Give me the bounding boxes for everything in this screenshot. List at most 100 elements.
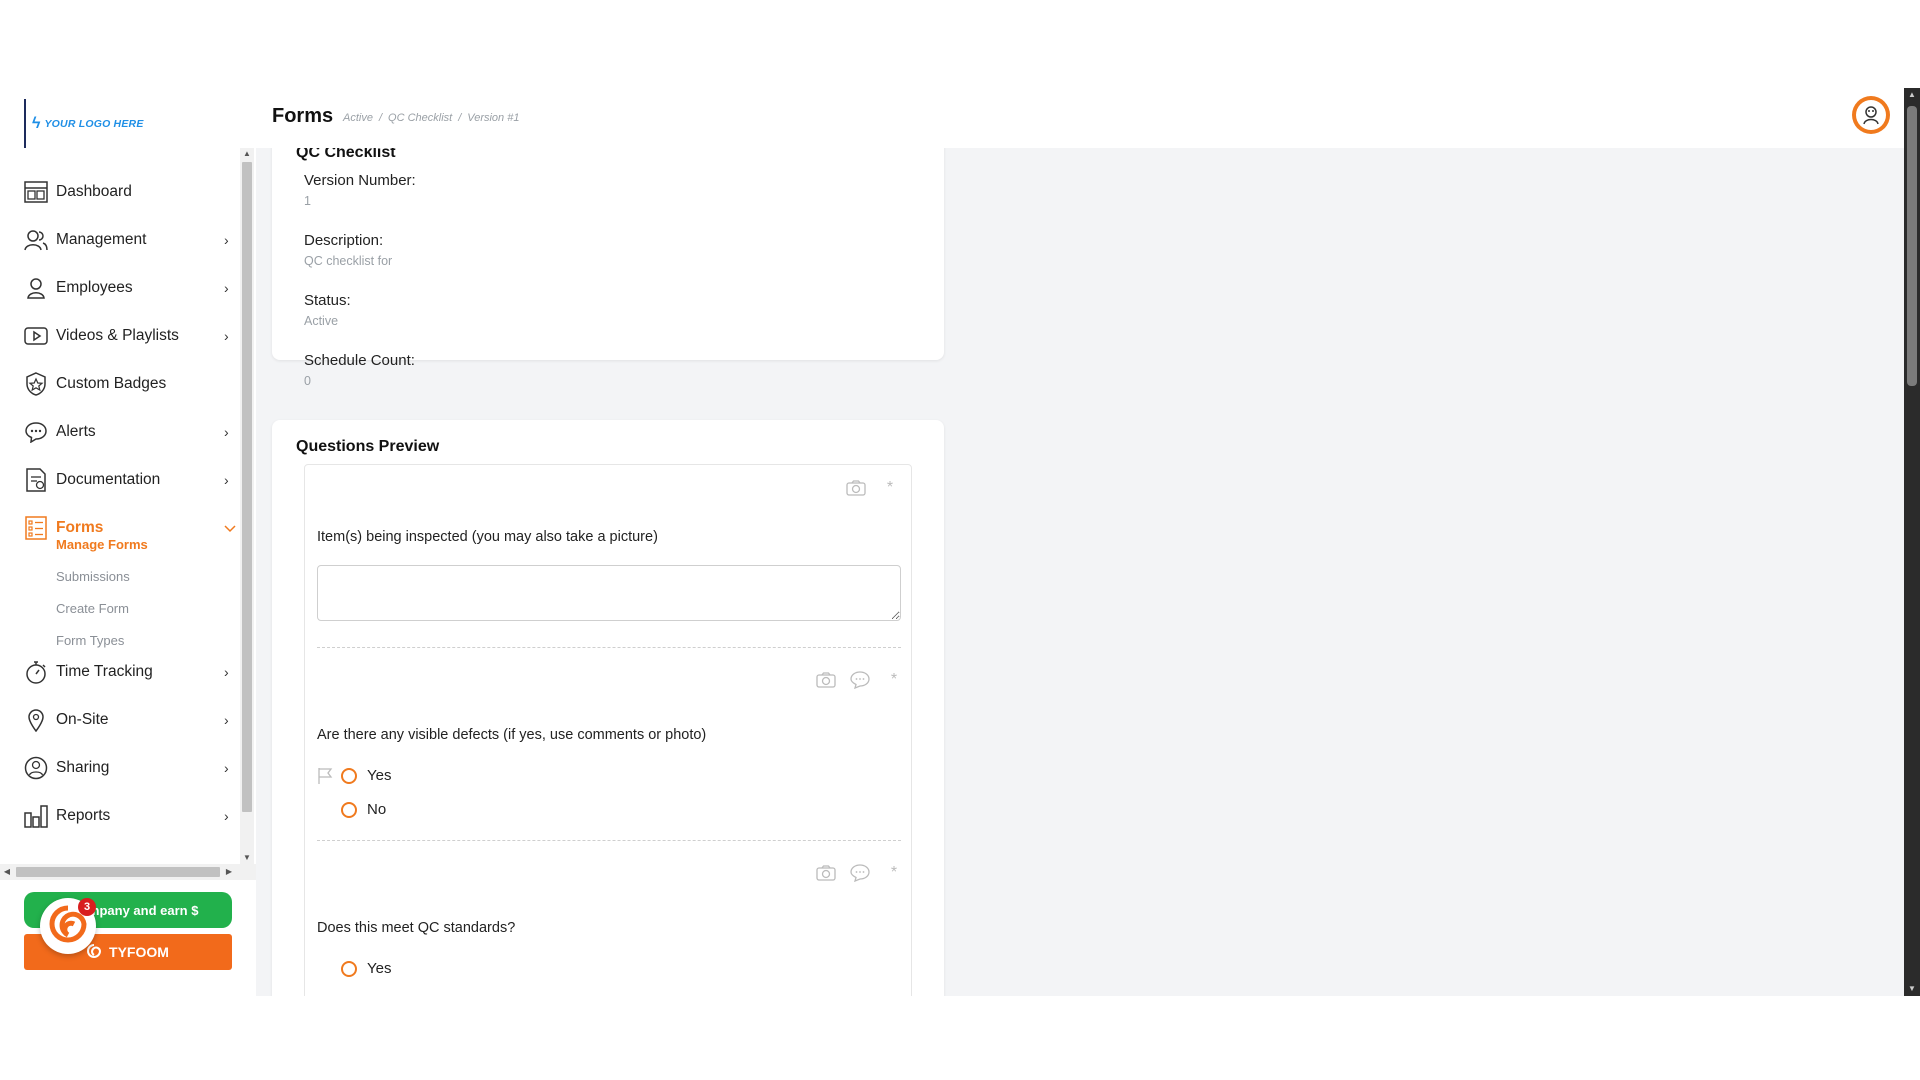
sidebar-item-management[interactable]: Management › xyxy=(0,220,240,260)
sidebar-item-label: Employees xyxy=(56,279,133,296)
sidebar-item-time-tracking[interactable]: Time Tracking › xyxy=(0,652,240,692)
flag-icon[interactable] xyxy=(317,767,333,785)
main-content: QC Checklist Version Number: 1 Descripti… xyxy=(256,148,1904,996)
documentation-icon xyxy=(23,467,49,493)
chevron-down-icon xyxy=(224,520,236,536)
breadcrumb-separator: / xyxy=(378,112,383,124)
question-tools: * xyxy=(815,669,905,691)
sidebar-item-label: Videos & Playlists xyxy=(56,327,179,344)
sidebar-subitem-manage-forms[interactable]: Manage Forms xyxy=(56,537,148,552)
tyfoom-swirl-icon xyxy=(87,943,102,961)
scroll-down-arrow-icon[interactable]: ▼ xyxy=(1904,982,1920,996)
comment-icon[interactable] xyxy=(849,862,871,884)
chevron-right-icon: › xyxy=(224,280,229,296)
dashboard-icon xyxy=(23,179,49,205)
breadcrumb-form[interactable]: QC Checklist xyxy=(388,112,452,124)
radio-option-no[interactable]: No xyxy=(341,801,386,818)
question-text: Does this meet QC standards? xyxy=(317,920,516,936)
sidebar: Dashboard Management › Employees › Video… xyxy=(0,148,256,996)
breadcrumb-status[interactable]: Active xyxy=(343,112,373,124)
question-tools: * xyxy=(845,477,901,499)
video-icon xyxy=(23,323,49,349)
chevron-right-icon: › xyxy=(224,808,229,824)
sidebar-item-label: Custom Badges xyxy=(56,375,167,392)
radio-button[interactable] xyxy=(341,960,357,977)
sidebar-item-label: Documentation xyxy=(56,471,161,488)
camera-icon[interactable] xyxy=(845,477,867,499)
stopwatch-icon xyxy=(23,659,49,685)
radio-label: No xyxy=(367,801,387,818)
scrollbar-thumb[interactable] xyxy=(1907,106,1917,386)
radio-option-yes[interactable]: Yes xyxy=(341,960,391,977)
status-value: Active xyxy=(304,314,339,328)
sidebar-item-label: Forms xyxy=(56,519,104,536)
sidebar-item-alerts[interactable]: Alerts › xyxy=(0,412,240,452)
scrollbar-thumb[interactable] xyxy=(16,867,220,877)
chevron-right-icon: › xyxy=(224,424,229,440)
sidebar-item-employees[interactable]: Employees › xyxy=(0,268,240,308)
management-icon xyxy=(23,227,49,253)
questions-preview-title: Questions Preview xyxy=(296,438,440,455)
radio-label: Yes xyxy=(367,767,392,784)
sidebar-horizontal-scrollbar[interactable]: ◀ ▶ xyxy=(0,864,256,880)
chevron-right-icon: › xyxy=(224,712,229,728)
notification-badge: 3 xyxy=(78,898,96,916)
scroll-up-arrow-icon[interactable]: ▲ xyxy=(1904,88,1920,102)
sharing-icon xyxy=(23,755,49,781)
sidebar-vertical-scrollbar[interactable]: ▲ ▼ xyxy=(240,148,254,864)
radio-option-yes[interactable]: Yes xyxy=(341,767,391,784)
description-label: Description: xyxy=(304,232,384,249)
sidebar-item-documentation[interactable]: Documentation › xyxy=(0,460,240,500)
sidebar-subitem-submissions[interactable]: Submissions xyxy=(56,569,130,584)
sidebar-item-reports[interactable]: Reports › xyxy=(0,796,240,836)
company-logo[interactable]: ϟ YOUR LOGO HERE xyxy=(24,99,144,149)
breadcrumb-separator: / xyxy=(458,112,462,124)
logo-text: YOUR LOGO HERE xyxy=(44,118,144,130)
chevron-right-icon: › xyxy=(224,664,229,680)
scroll-left-arrow-icon[interactable]: ◀ xyxy=(0,864,14,880)
sidebar-item-dashboard[interactable]: Dashboard xyxy=(0,172,240,212)
chevron-right-icon: › xyxy=(224,232,229,248)
schedule-count-label: Schedule Count: xyxy=(304,352,415,369)
description-value: QC checklist for xyxy=(304,254,393,268)
scroll-down-arrow-icon[interactable]: ▼ xyxy=(240,852,254,864)
questions-preview-card: Questions Preview * Item(s) being inspec… xyxy=(272,420,944,996)
forms-icon xyxy=(23,515,49,541)
camera-icon[interactable] xyxy=(815,862,837,884)
sidebar-item-sharing[interactable]: Sharing › xyxy=(0,748,240,788)
scrollbar-thumb[interactable] xyxy=(242,162,252,812)
answer-textarea[interactable] xyxy=(317,565,901,621)
sidebar-item-label: Reports xyxy=(56,807,111,824)
scroll-right-arrow-icon[interactable]: ▶ xyxy=(222,864,236,880)
sidebar-subitem-form-types[interactable]: Form Types xyxy=(56,633,124,648)
sidebar-item-on-site[interactable]: On-Site › xyxy=(0,700,240,740)
sidebar-item-label: On-Site xyxy=(56,711,109,728)
sidebar-item-custom-badges[interactable]: Custom Badges xyxy=(0,364,240,404)
sidebar-item-label: Management xyxy=(56,231,147,248)
required-asterisk-icon: * xyxy=(890,864,898,881)
chevron-right-icon: › xyxy=(224,760,229,776)
badge-icon xyxy=(23,371,49,397)
sidebar-subitem-create-form[interactable]: Create Form xyxy=(56,601,129,616)
camera-icon[interactable] xyxy=(815,669,837,691)
breadcrumb-version: Version #1 xyxy=(467,112,520,124)
user-avatar[interactable] xyxy=(1852,96,1890,134)
question-text: Are there any visible defects (if yes, u… xyxy=(317,727,707,743)
scroll-up-arrow-icon[interactable]: ▲ xyxy=(240,148,254,160)
sidebar-item-videos[interactable]: Videos & Playlists › xyxy=(0,316,240,356)
form-title: QC Checklist xyxy=(296,148,396,161)
page-vertical-scrollbar[interactable]: ▲ ▼ xyxy=(1904,88,1920,996)
question-text: Item(s) being inspected (you may also ta… xyxy=(317,529,658,545)
radio-button[interactable] xyxy=(341,767,357,784)
form-info-card: QC Checklist Version Number: 1 Descripti… xyxy=(272,148,944,388)
question-tools: * xyxy=(815,862,905,884)
radio-button[interactable] xyxy=(341,801,357,818)
radio-label: Yes xyxy=(367,960,392,977)
breadcrumb: Active / QC Checklist / Version #1 xyxy=(343,112,519,124)
version-number-value: 1 xyxy=(304,194,311,208)
location-pin-icon xyxy=(23,707,49,733)
tyfoom-button-label: TYFOOM xyxy=(109,944,169,960)
reports-icon xyxy=(23,803,49,829)
question-divider xyxy=(317,647,901,648)
comment-icon[interactable] xyxy=(849,669,871,691)
